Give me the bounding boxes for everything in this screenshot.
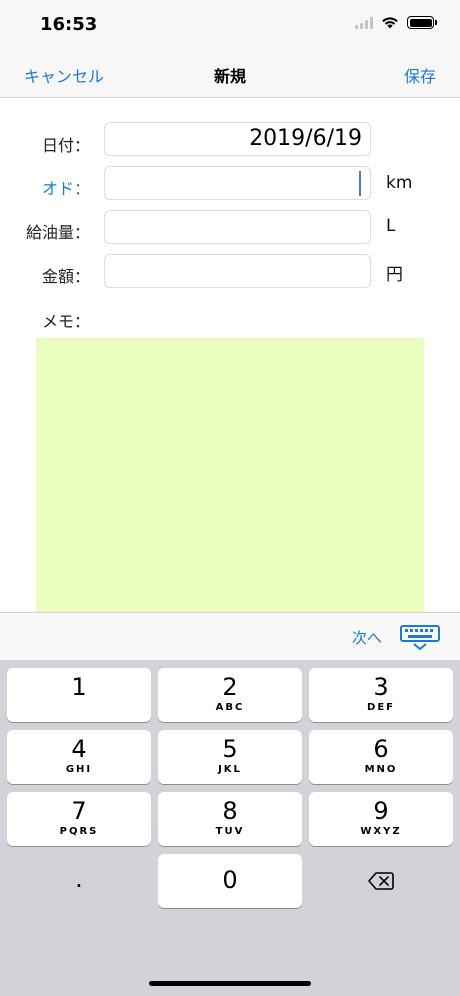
key-6[interactable]: 6 MNO [309, 730, 453, 784]
key-letters: JKL [218, 764, 242, 775]
key-3[interactable]: 3 DEF [309, 668, 453, 722]
key-letters: ABC [215, 702, 245, 713]
key-8[interactable]: 8 TUV [158, 792, 302, 846]
key-number: 9 [373, 797, 389, 825]
key-number: . [75, 865, 83, 893]
key-7[interactable]: 7 PQRS [7, 792, 151, 846]
key-1[interactable]: 1 [7, 668, 151, 722]
key-5[interactable]: 5 JKL [158, 730, 302, 784]
key-4[interactable]: 4 GHI [7, 730, 151, 784]
backspace-icon [368, 872, 394, 890]
wifi-icon [382, 17, 398, 29]
key-number: 3 [373, 673, 389, 701]
amount-field[interactable] [104, 254, 371, 288]
date-label: 日付： [41, 136, 90, 155]
key-number: 5 [222, 735, 238, 763]
fuel-label: 給油量： [25, 223, 90, 242]
key-number: 0 [222, 866, 238, 894]
key-number: 4 [71, 735, 87, 763]
key-letters: PQRS [59, 826, 99, 837]
save-button[interactable]: 保存 [404, 63, 436, 87]
fuel-unit: L [386, 216, 396, 236]
key-number: 6 [373, 735, 389, 763]
memo-textarea[interactable] [36, 338, 424, 612]
next-button[interactable]: 次へ [352, 627, 382, 648]
date-field[interactable]: 2019/6/19 [104, 122, 371, 156]
amount-unit: 円 [386, 265, 403, 285]
keyboard-dismiss-icon[interactable] [400, 625, 440, 651]
page-title: 新規 [213, 67, 246, 86]
key-number: 1 [71, 673, 87, 701]
key-letters: GHI [65, 764, 93, 775]
key-letters: TUV [215, 826, 245, 837]
text-caret [359, 171, 361, 196]
memo-label: メモ： [41, 312, 90, 331]
battery-icon [407, 16, 437, 29]
status-bar: 16:53 [0, 0, 460, 50]
key-2[interactable]: 2 ABC [158, 668, 302, 722]
home-indicator[interactable] [149, 981, 311, 986]
odo-label: オド： [41, 179, 90, 198]
status-icons [355, 16, 437, 29]
key-letters: DEF [367, 702, 395, 713]
key-number: 2 [222, 673, 238, 701]
cellular-signal-icon [355, 16, 373, 29]
key-number: 7 [71, 797, 87, 825]
odo-unit: km [386, 173, 413, 193]
amount-label: 金額： [41, 267, 90, 286]
key-9[interactable]: 9 WXYZ [309, 792, 453, 846]
number-pad: 1 2 ABC 3 DEF 4 GHI 5 JKL 6 MNO 7 PQRS 8… [0, 660, 460, 996]
odo-field[interactable] [104, 166, 371, 200]
navigation-bar: キャンセル 新規 保存 [0, 50, 460, 98]
key-0[interactable]: 0 [158, 854, 302, 908]
key-number: 8 [222, 797, 238, 825]
key-letters: WXYZ [360, 826, 402, 837]
decimal-key[interactable]: . [7, 854, 151, 908]
key-letters: MNO [364, 764, 398, 775]
delete-key[interactable] [309, 854, 453, 908]
status-time: 16:53 [40, 14, 98, 35]
keyboard-accessory-bar: 次へ [0, 612, 460, 660]
fuel-field[interactable] [104, 210, 371, 244]
